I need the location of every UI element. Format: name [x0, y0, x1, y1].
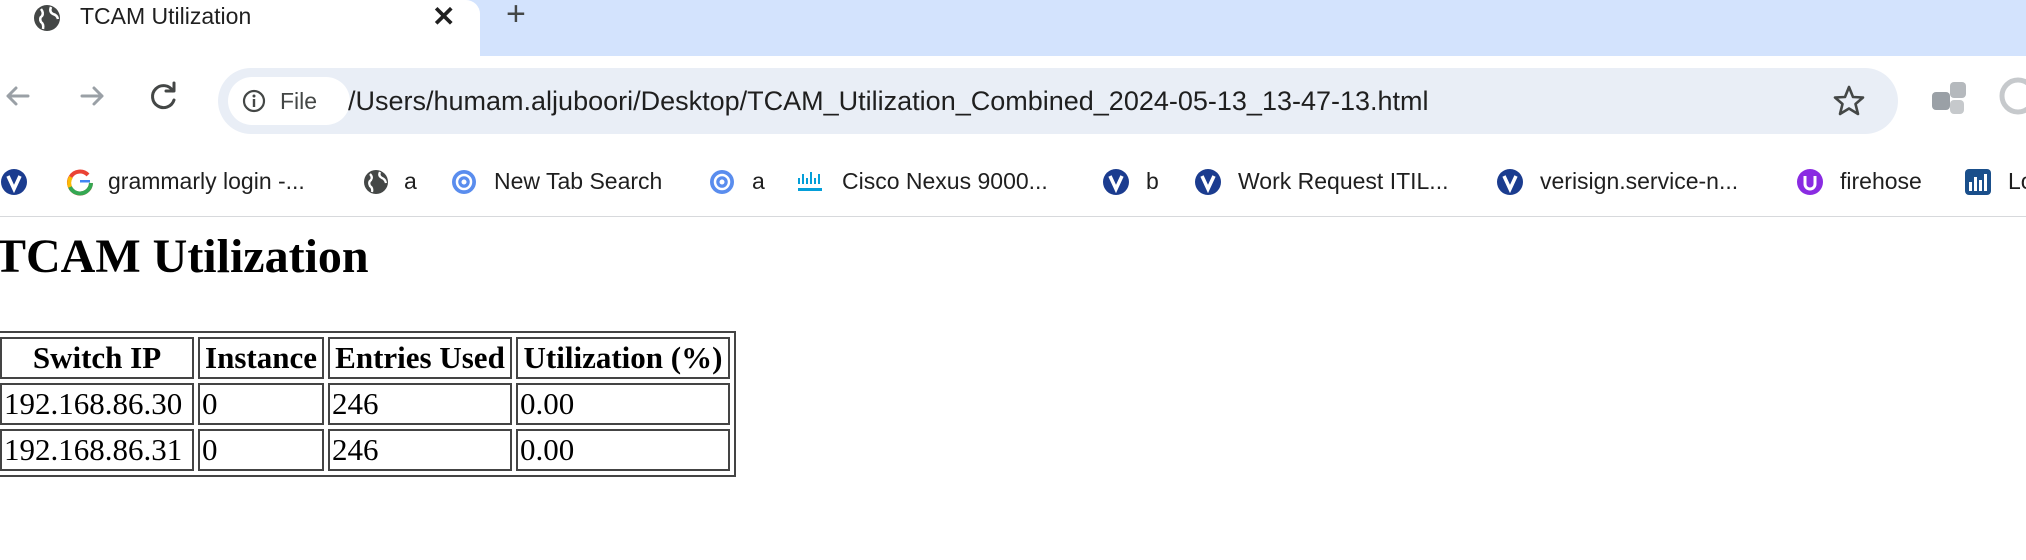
tab-close-icon[interactable]: ✕: [432, 0, 455, 33]
site-info-label: File: [280, 88, 318, 114]
verisign-v-icon: [1, 169, 27, 195]
cisco-icon: [798, 172, 822, 191]
bookmark-label: Lo: [2008, 168, 2026, 194]
bookmark-label: verisign.service-n...: [1540, 168, 1739, 194]
extension-icon[interactable]: [1930, 80, 1970, 120]
table-cell: 246: [328, 429, 512, 471]
table-cell: 0: [198, 383, 324, 425]
bookmark-verisign-service[interactable]: verisign.service-n...: [1496, 146, 1738, 216]
page-title: TCAM Utilization: [0, 230, 369, 283]
globe-icon: [364, 170, 388, 194]
bookmark-grammarly[interactable]: grammarly login -...: [66, 146, 305, 216]
bookmark-cisco-nexus[interactable]: Cisco Nexus 9000...: [796, 146, 1048, 216]
profile-icon[interactable]: [1998, 76, 2026, 116]
tab-strip: TCAM Utilization ✕ +: [0, 0, 2026, 56]
table-cell: 0: [198, 429, 324, 471]
new-tab-button[interactable]: +: [506, 0, 526, 31]
table-row: 192.168.86.31 0 246 0.00: [0, 429, 730, 471]
bookmark-label: b: [1146, 168, 1159, 194]
table-cell: 0.00: [516, 383, 730, 425]
site-info-chip[interactable]: File: [228, 77, 350, 125]
table-cell: 192.168.86.31: [0, 429, 194, 471]
swirl-icon: [452, 170, 476, 194]
address-bar[interactable]: File /Users/humam.aljuboori/Desktop/TCAM…: [218, 68, 1898, 134]
page-content: TCAM Utilization Switch IP Instance Entr…: [0, 217, 2026, 560]
google-g-icon: [67, 169, 93, 196]
bookmark-b[interactable]: b: [1102, 146, 1159, 216]
swirl-icon: [710, 170, 734, 194]
reload-icon[interactable]: [144, 76, 184, 116]
bookmark-firehose[interactable]: firehose: [1796, 146, 1922, 216]
column-header-instance: Instance: [198, 337, 324, 379]
tcam-table: Switch IP Instance Entries Used Utilizat…: [0, 331, 736, 477]
bookmark-label: a: [752, 168, 765, 194]
bookmark-a-2[interactable]: a: [708, 146, 765, 216]
star-icon[interactable]: [1830, 82, 1868, 120]
verisign-v-icon: [1103, 169, 1129, 195]
info-icon: [242, 89, 266, 113]
bookmark-a[interactable]: a: [362, 146, 417, 216]
bookmark-lo[interactable]: Lo: [1964, 146, 2026, 216]
table-header-row: Switch IP Instance Entries Used Utilizat…: [0, 337, 730, 379]
bookmarks-bar: grammarly login -... a New Tab Search a: [0, 146, 2026, 217]
bookmark-new-tab-search[interactable]: New Tab Search: [450, 146, 662, 216]
bookmark-label: grammarly login -...: [108, 168, 305, 194]
globe-icon: [34, 5, 60, 31]
bookmark-label: Cisco Nexus 9000...: [842, 168, 1048, 194]
bookmark-label: firehose: [1840, 168, 1922, 194]
column-header-entries-used: Entries Used: [328, 337, 512, 379]
bookmark-work-request[interactable]: Work Request ITIL...: [1194, 146, 1448, 216]
table-cell: 246: [328, 383, 512, 425]
tab-tcam-utilization[interactable]: TCAM Utilization ✕: [0, 0, 480, 56]
url-text[interactable]: /Users/humam.aljuboori/Desktop/TCAM_Util…: [348, 68, 1429, 134]
purple-u-icon: [1797, 169, 1823, 195]
verisign-v-icon: [1497, 169, 1523, 195]
bookmark-label: New Tab Search: [494, 168, 663, 194]
bookmark-label: Work Request ITIL...: [1238, 168, 1449, 194]
table-row: 192.168.86.30 0 246 0.00: [0, 383, 730, 425]
bookmark-label: a: [404, 168, 417, 194]
browser-toolbar: File /Users/humam.aljuboori/Desktop/TCAM…: [0, 56, 2026, 146]
back-arrow-icon[interactable]: [0, 76, 38, 116]
forward-arrow-icon[interactable]: [72, 76, 112, 116]
table-cell: 192.168.86.30: [0, 383, 194, 425]
verisign-v-icon: [1195, 169, 1221, 195]
column-header-utilization: Utilization (%): [516, 337, 730, 379]
table-cell: 0.00: [516, 429, 730, 471]
chart-icon: [1965, 169, 1991, 195]
tab-title: TCAM Utilization: [80, 3, 252, 29]
column-header-switch-ip: Switch IP: [0, 337, 194, 379]
